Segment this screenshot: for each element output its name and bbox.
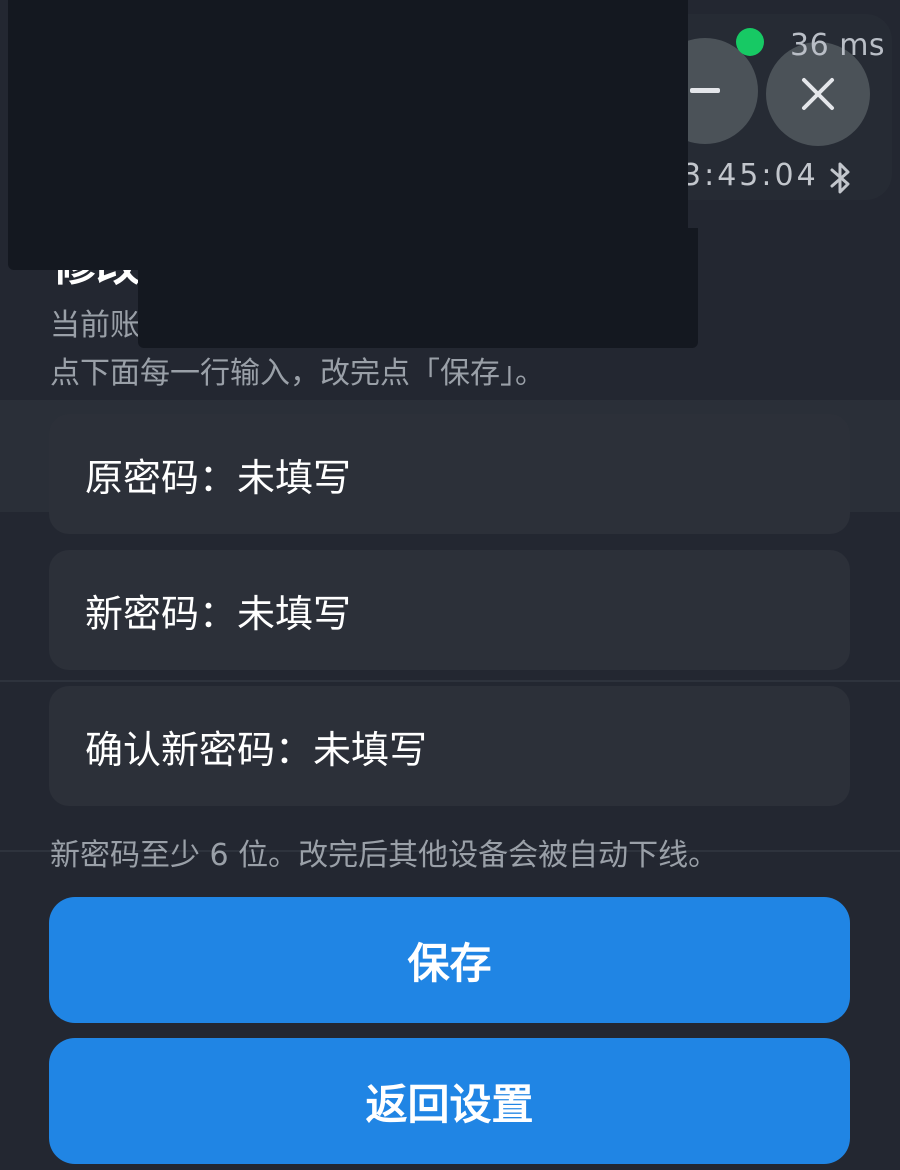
connection-status-dot (736, 28, 764, 56)
save-button[interactable]: 保存 (49, 897, 850, 1023)
close-icon (802, 78, 834, 110)
minimize-icon (690, 88, 720, 93)
new-password-label: 新密码：未填写 (85, 591, 352, 636)
background-divider (0, 680, 900, 682)
confirm-password-field[interactable]: 确认新密码：未填写 (49, 686, 850, 806)
latency-label: 36 ms (790, 28, 886, 63)
account-subtitle: 当前账 (50, 308, 140, 343)
bluetooth-icon (830, 162, 850, 194)
confirm-password-label: 确认新密码：未填写 (85, 727, 428, 772)
clock-label: 3:45:04 (682, 158, 819, 193)
redaction-panel (138, 228, 698, 348)
old-password-field[interactable]: 原密码：未填写 (49, 414, 850, 534)
instruction-text: 点下面每一行输入，改完点「保存」。 (50, 356, 545, 391)
change-password-screen: 36 ms 3:45:04 修改 当前账 点下面每一行输入，改完点「保存」。 原… (0, 0, 900, 1170)
back-to-settings-button[interactable]: 返回设置 (49, 1038, 850, 1164)
old-password-label: 原密码：未填写 (85, 455, 352, 500)
password-hint: 新密码至少 6 位。改完后其他设备会被自动下线。 (50, 838, 719, 873)
new-password-field[interactable]: 新密码：未填写 (49, 550, 850, 670)
